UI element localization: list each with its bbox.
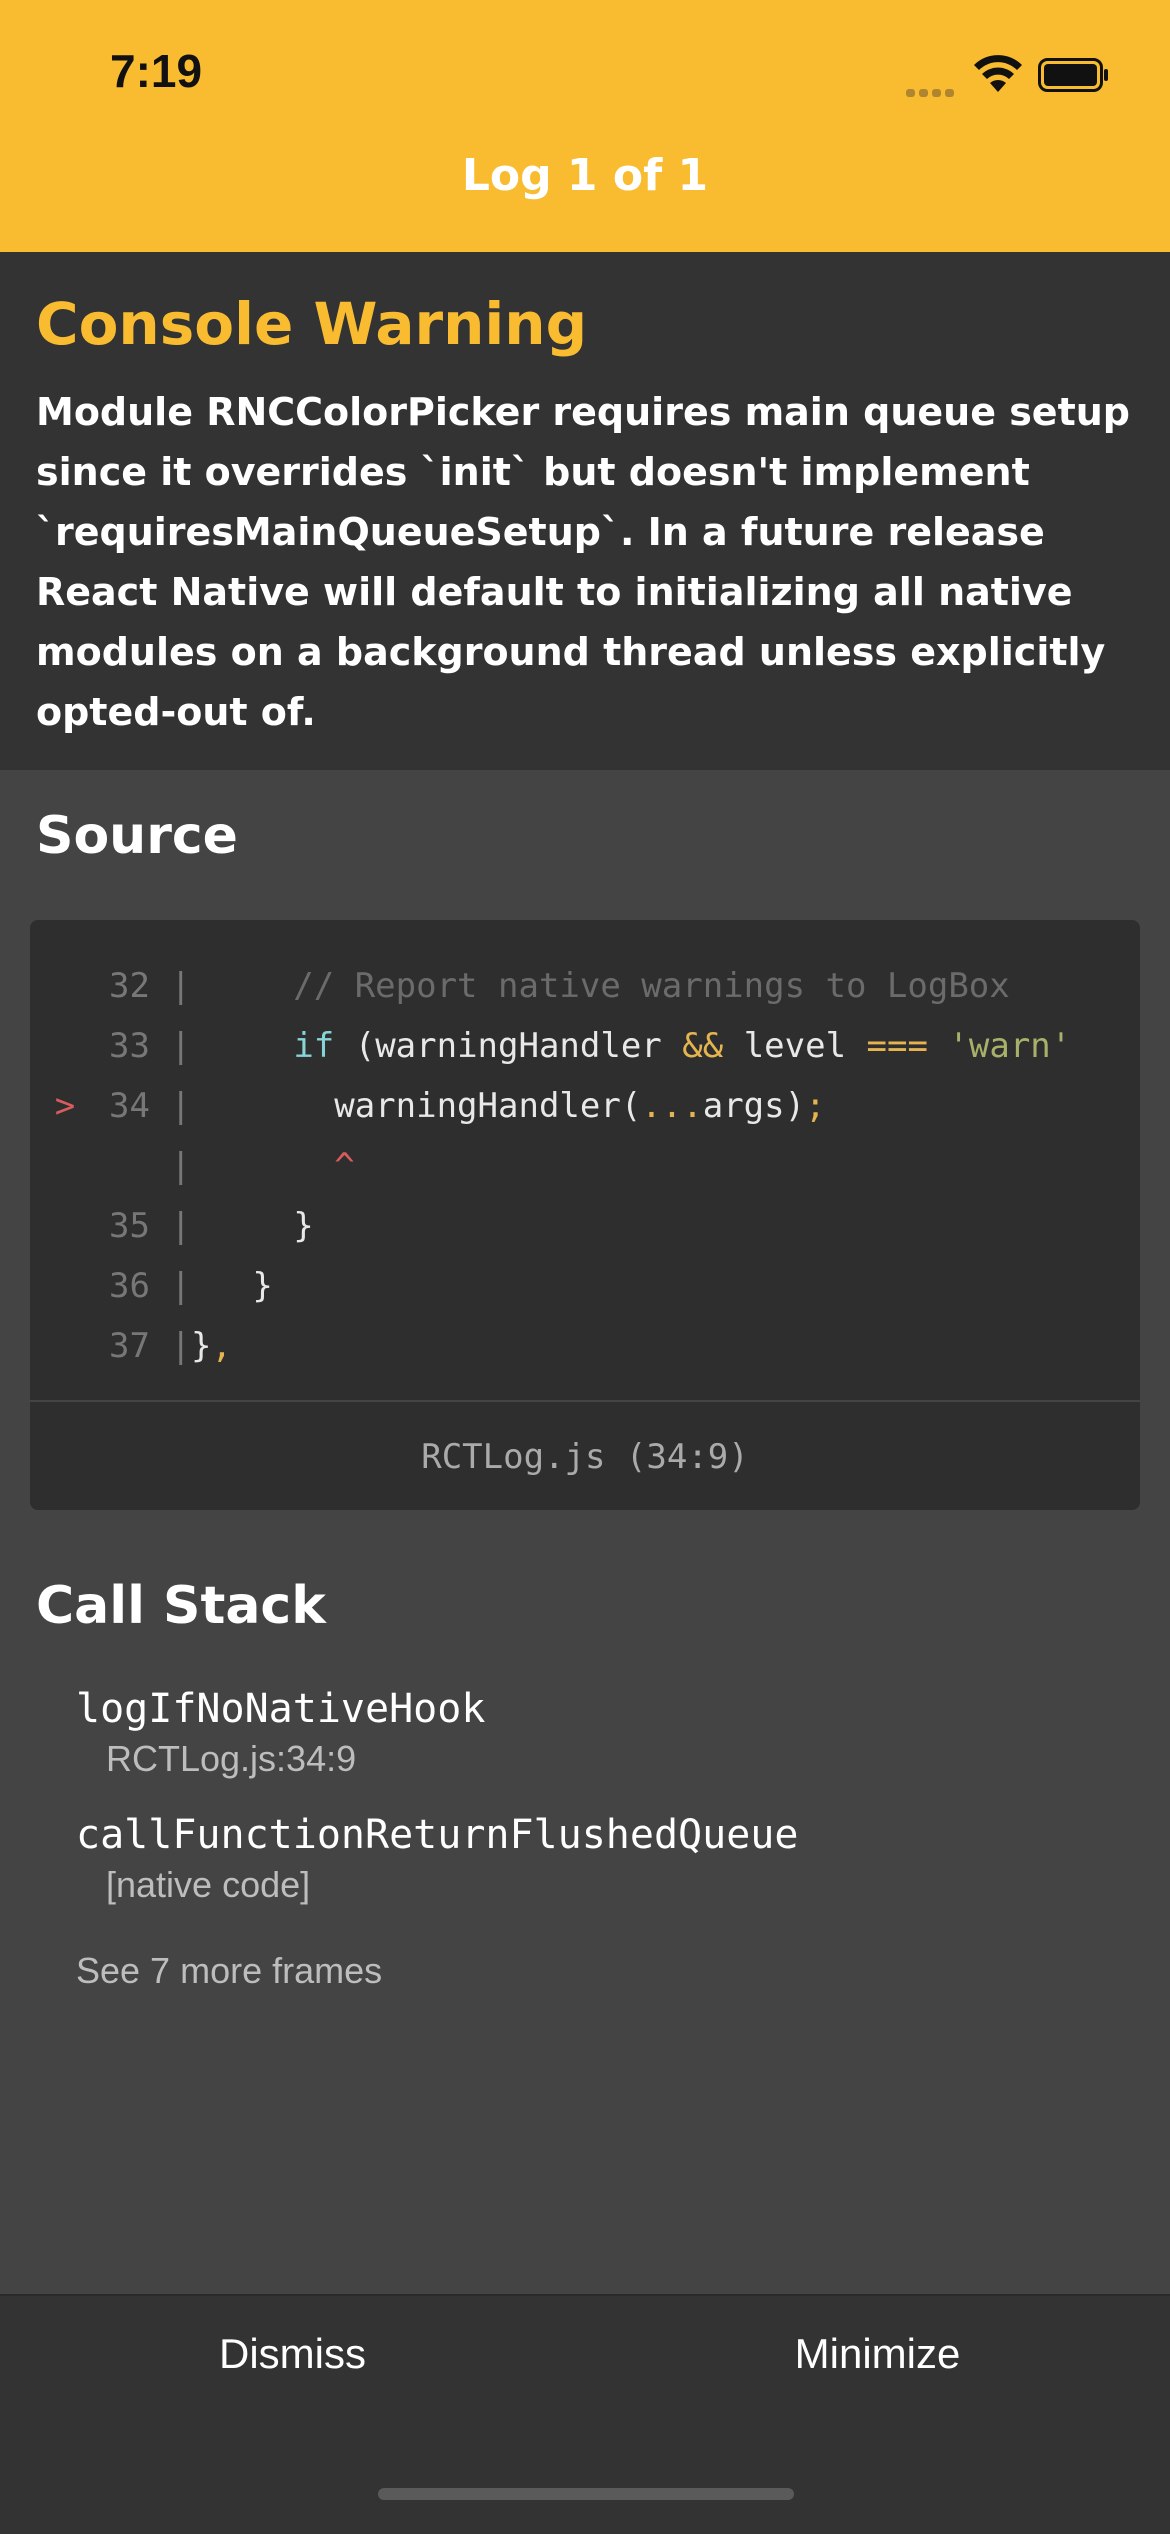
code-line-caret: | ^ (150, 1146, 355, 1186)
code-text: } (211, 1266, 273, 1306)
line-number: 36 (109, 1266, 150, 1306)
line-number: 35 (109, 1206, 150, 1246)
stack-frame-name: logIfNoNativeHook (76, 1686, 486, 1732)
stack-frame-name: callFunctionReturnFlushedQueue (76, 1812, 799, 1858)
header-bar: 7:19 Log 1 of 1 (0, 0, 1170, 252)
see-more-frames-button[interactable]: See 7 more frames (76, 1950, 382, 1992)
wifi-icon (974, 55, 1022, 92)
code-text: ^ (211, 1146, 355, 1186)
line-number: 34 (109, 1086, 150, 1126)
source-file-location[interactable]: RCTLog.js (34:9) (30, 1400, 1140, 1510)
log-counter-title: Log 1 of 1 (461, 150, 709, 201)
cellular-signal-icon (906, 82, 960, 97)
line-number: 32 (109, 966, 150, 1006)
code-line: 37 |}, (30, 1316, 1140, 1376)
code-line: 35 | } (30, 1196, 1140, 1256)
line-number: 37 (109, 1326, 150, 1366)
code-text: // Report native warnings to LogBox (211, 966, 1010, 1006)
code-line: 33 | if (warningHandler && level === 'wa… (30, 1016, 1140, 1076)
home-indicator[interactable] (378, 2488, 794, 2500)
warning-panel: Console Warning Module RNCColorPicker re… (0, 252, 1170, 770)
call-stack-section-title: Call Stack (36, 1576, 326, 1636)
code-frame[interactable]: 32 | // Report native warnings to LogBox… (30, 920, 1140, 1510)
line-number: 33 (109, 1026, 150, 1066)
stack-frame[interactable]: logIfNoNativeHook RCTLog.js:34:9 (76, 1686, 485, 1780)
source-section-title: Source (36, 806, 238, 866)
code-text: warningHandler(...args); (211, 1086, 826, 1126)
code-lines: 32 | // Report native warnings to LogBox… (30, 956, 1140, 1376)
battery-icon (1038, 58, 1108, 92)
code-line: 36 | } (30, 1256, 1140, 1316)
code-text: if (warningHandler && level === 'warn' (293, 1026, 1072, 1066)
stack-frame[interactable]: callFunctionReturnFlushedQueue [native c… (76, 1812, 798, 1906)
code-text: }, (190, 1326, 232, 1366)
warning-heading: Console Warning (36, 290, 588, 358)
status-icons (906, 52, 1116, 98)
dismiss-button[interactable]: Dismiss (0, 2330, 585, 2378)
stack-frame-location: [native code] (106, 1864, 311, 1905)
status-time: 7:19 (110, 45, 203, 97)
line-marker: > (54, 1086, 76, 1126)
code-line: 32 | // Report native warnings to LogBox (30, 956, 1140, 1016)
warning-message: Module RNCColorPicker requires main queu… (36, 390, 1131, 734)
code-line-highlighted: >34 | warningHandler(...args); (30, 1076, 1140, 1136)
stack-frame-location: RCTLog.js:34:9 (106, 1738, 357, 1779)
code-text: } (211, 1206, 314, 1246)
minimize-button[interactable]: Minimize (585, 2330, 1170, 2378)
